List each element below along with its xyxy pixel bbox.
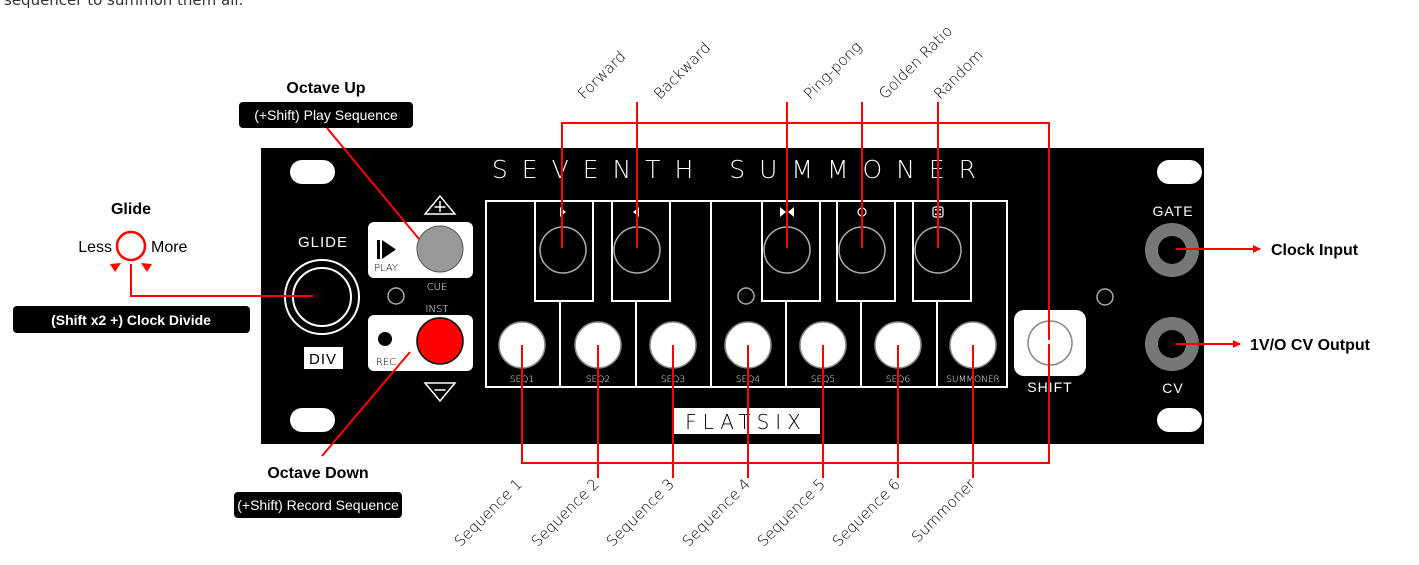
octave-down-callout: Octave Down: [267, 465, 368, 482]
module-title: SEVENTH SUMMONER: [492, 155, 990, 184]
glide-callout: Glide: [111, 201, 151, 218]
play-sequence-callout: (+Shift) Play Sequence: [254, 107, 398, 123]
mounting-slot-bottom-left: [290, 408, 335, 432]
play-label: PLAY: [374, 263, 398, 274]
sequence-6-callout: Sequence 6: [829, 475, 904, 550]
mounting-slot-top-left: [290, 160, 335, 184]
summoner-callout: Summoner: [908, 475, 980, 547]
glide-more-label: More: [151, 239, 188, 256]
forward-callout: Forward: [574, 47, 629, 102]
inst-label: INST: [426, 304, 449, 315]
backward-callout: Backward: [650, 39, 714, 103]
mounting-slot-top-right: [1157, 160, 1202, 184]
cv-label: CV: [1162, 380, 1183, 396]
gate-label: GATE: [1152, 203, 1193, 219]
random-callout: Random: [930, 46, 987, 103]
clock-divide-callout: (Shift x2 +) Clock Divide: [51, 312, 211, 328]
mounting-slot-bottom-right: [1157, 408, 1202, 432]
module-panel: SEVENTH SUMMONER GLIDE DIV PLAY CUE INST: [261, 148, 1204, 444]
sequence-2-callout: Sequence 2: [528, 475, 603, 550]
rec-button[interactable]: [416, 317, 464, 365]
rec-label: REC: [376, 357, 396, 368]
ping-pong-callout: Ping-pong: [800, 38, 865, 103]
sequence-4-callout: Sequence 4: [679, 475, 754, 550]
octave-up-callout: Octave Up: [286, 80, 365, 97]
clock-input-callout: Clock Input: [1271, 242, 1359, 259]
sequence-3-callout: Sequence 3: [603, 475, 678, 550]
sequence-5-callout: Sequence 5: [754, 475, 829, 550]
sequence-1-callout: Sequence 1: [451, 475, 526, 550]
div-label: DIV: [309, 351, 337, 368]
glide-label: GLIDE: [298, 234, 348, 251]
record-icon: [378, 332, 392, 346]
panel-background: [261, 148, 1204, 444]
record-sequence-callout: (+Shift) Record Sequence: [237, 497, 399, 513]
cue-button[interactable]: [416, 225, 464, 273]
module-diagram: SEVENTH SUMMONER GLIDE DIV PLAY CUE INST: [13, 22, 1371, 550]
brand-logo: FLATSIX: [685, 410, 807, 434]
cv-output-callout: 1V/O CV Output: [1250, 337, 1371, 354]
cue-label: CUE: [427, 282, 448, 293]
glide-less-label: Less: [78, 239, 112, 256]
